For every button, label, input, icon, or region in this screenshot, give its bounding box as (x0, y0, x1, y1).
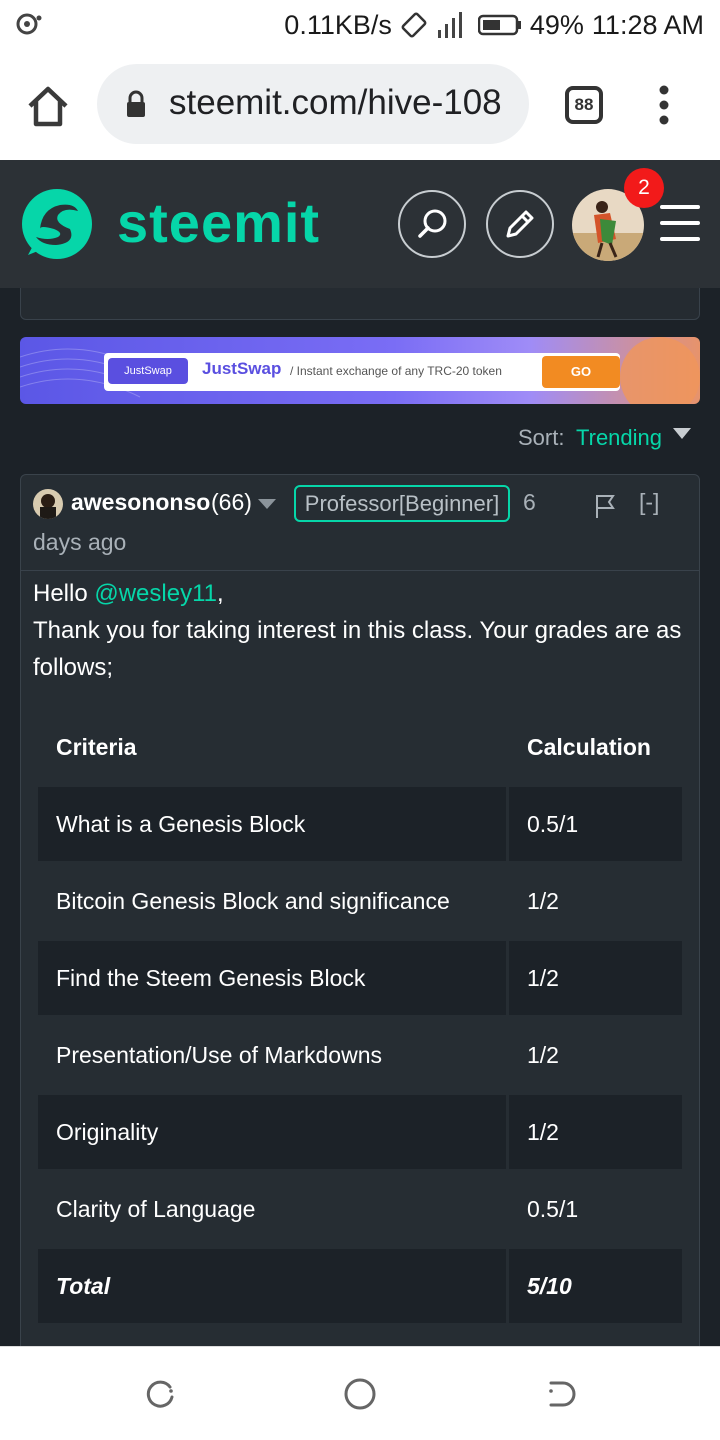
chevron-down-icon[interactable] (673, 428, 691, 440)
total-label: Total (38, 1249, 506, 1323)
comment-age-unit: days ago (33, 529, 127, 555)
author-avatar-image (33, 489, 63, 519)
comment-message: Thank you for taking interest in this cl… (33, 617, 682, 681)
comment-card: awesononso (66) Professor[Beginner] 6 da… (20, 474, 700, 1346)
greeting-text: Hello (33, 580, 95, 607)
flag-icon[interactable] (595, 493, 617, 519)
grades-table: Criteria Calculation What is a Genesis B… (35, 707, 685, 1326)
url-text[interactable]: steemit.com/hive-108 (169, 83, 502, 123)
lock-icon (127, 90, 145, 117)
score-cell: 0.5/1 (509, 1172, 682, 1246)
clock: 11:28 AM (591, 9, 704, 40)
previous-card (20, 288, 700, 320)
author-name[interactable]: awesononso (71, 489, 210, 516)
score-cell: 1/2 (509, 1018, 682, 1092)
battery-percent: 49% (529, 9, 584, 40)
banner-strip: JustSwap JustSwap / Instant exchange of … (104, 353, 620, 391)
tab-switcher-button[interactable]: 88 (565, 86, 603, 124)
menu-icon[interactable] (660, 205, 700, 241)
browser-toolbar: steemit.com/hive-108 88 (0, 50, 720, 160)
notification-icon (16, 13, 42, 35)
status-bar: 0.11KB/s 49% 11:28 AM (0, 0, 720, 50)
table-row: Presentation/Use of Markdowns 1/2 (38, 1018, 682, 1092)
battery-icon (477, 14, 521, 36)
criteria-cell: Bitcoin Genesis Block and significance (38, 864, 506, 938)
sort-label: Sort: (518, 425, 565, 450)
site-header: steemit 2 (0, 160, 720, 288)
table-row: Bitcoin Genesis Block and significance 1… (38, 864, 682, 938)
recents-icon[interactable] (143, 1377, 177, 1411)
pencil-icon (506, 210, 534, 238)
header-criteria: Criteria (38, 710, 506, 784)
justswap-title: JustSwap (202, 359, 282, 378)
table-total-row: Total 5/10 (38, 1249, 682, 1323)
criteria-cell: Originality (38, 1095, 506, 1169)
rotate-lock-icon (401, 12, 427, 38)
home-circle-icon[interactable] (343, 1377, 377, 1411)
signal-icon (437, 12, 462, 38)
criteria-cell: Find the Steem Genesis Block (38, 941, 506, 1015)
author-avatar[interactable] (33, 489, 63, 519)
comment-header: awesononso (66) Professor[Beginner] 6 da… (21, 475, 699, 571)
score-cell: 0.5/1 (509, 787, 682, 861)
go-button[interactable]: GO (542, 356, 620, 388)
search-button[interactable] (398, 190, 466, 258)
system-nav-bar (0, 1346, 720, 1440)
justswap-banner[interactable]: JustSwap JustSwap / Instant exchange of … (20, 337, 700, 404)
back-icon[interactable] (543, 1377, 577, 1411)
search-icon (418, 209, 447, 238)
score-cell: 1/2 (509, 941, 682, 1015)
author-role-badge[interactable]: Professor[Beginner] (294, 485, 510, 522)
table-row: What is a Genesis Block 0.5/1 (38, 787, 682, 861)
criteria-cell: Presentation/Use of Markdowns (38, 1018, 506, 1092)
address-bar[interactable]: steemit.com/hive-108 (97, 64, 529, 144)
table-row: Clarity of Language 0.5/1 (38, 1172, 682, 1246)
sort-value[interactable]: Trending (576, 425, 662, 451)
write-post-button[interactable] (486, 190, 554, 258)
steemit-logo-icon[interactable] (18, 185, 96, 263)
notification-badge[interactable]: 2 (624, 168, 664, 208)
collapse-button[interactable]: [-] (639, 489, 659, 516)
justswap-pill: JustSwap (108, 358, 188, 384)
logo-text[interactable]: steemit (117, 190, 320, 255)
home-icon[interactable] (24, 82, 72, 130)
user-mention-link[interactable]: @wesley11 (94, 580, 217, 607)
greeting-line: Hello @wesley11, (33, 575, 683, 612)
main-content: JustSwap JustSwap / Instant exchange of … (0, 288, 720, 1346)
table-row: Find the Steem Genesis Block 1/2 (38, 941, 682, 1015)
chevron-down-icon[interactable] (258, 499, 276, 510)
criteria-cell: Clarity of Language (38, 1172, 506, 1246)
header-calculation: Calculation (509, 710, 682, 784)
comment-body: Hello @wesley11, Thank you for taking in… (33, 575, 683, 686)
total-score: 5/10 (509, 1249, 682, 1323)
author-reputation: (66) (211, 489, 252, 515)
greeting-punctuation: , (217, 580, 224, 607)
network-speed: 0.11KB/s (284, 9, 392, 40)
comment-age-number: 6 (523, 489, 536, 515)
criteria-cell: What is a Genesis Block (38, 787, 506, 861)
justswap-subtitle: / Instant exchange of any TRC-20 token (290, 364, 502, 378)
sort-control[interactable]: Sort: Trending (0, 423, 720, 455)
score-cell: 1/2 (509, 1095, 682, 1169)
score-cell: 1/2 (509, 864, 682, 938)
table-header-row: Criteria Calculation (38, 710, 682, 784)
table-row: Originality 1/2 (38, 1095, 682, 1169)
more-vert-icon[interactable] (650, 84, 678, 126)
